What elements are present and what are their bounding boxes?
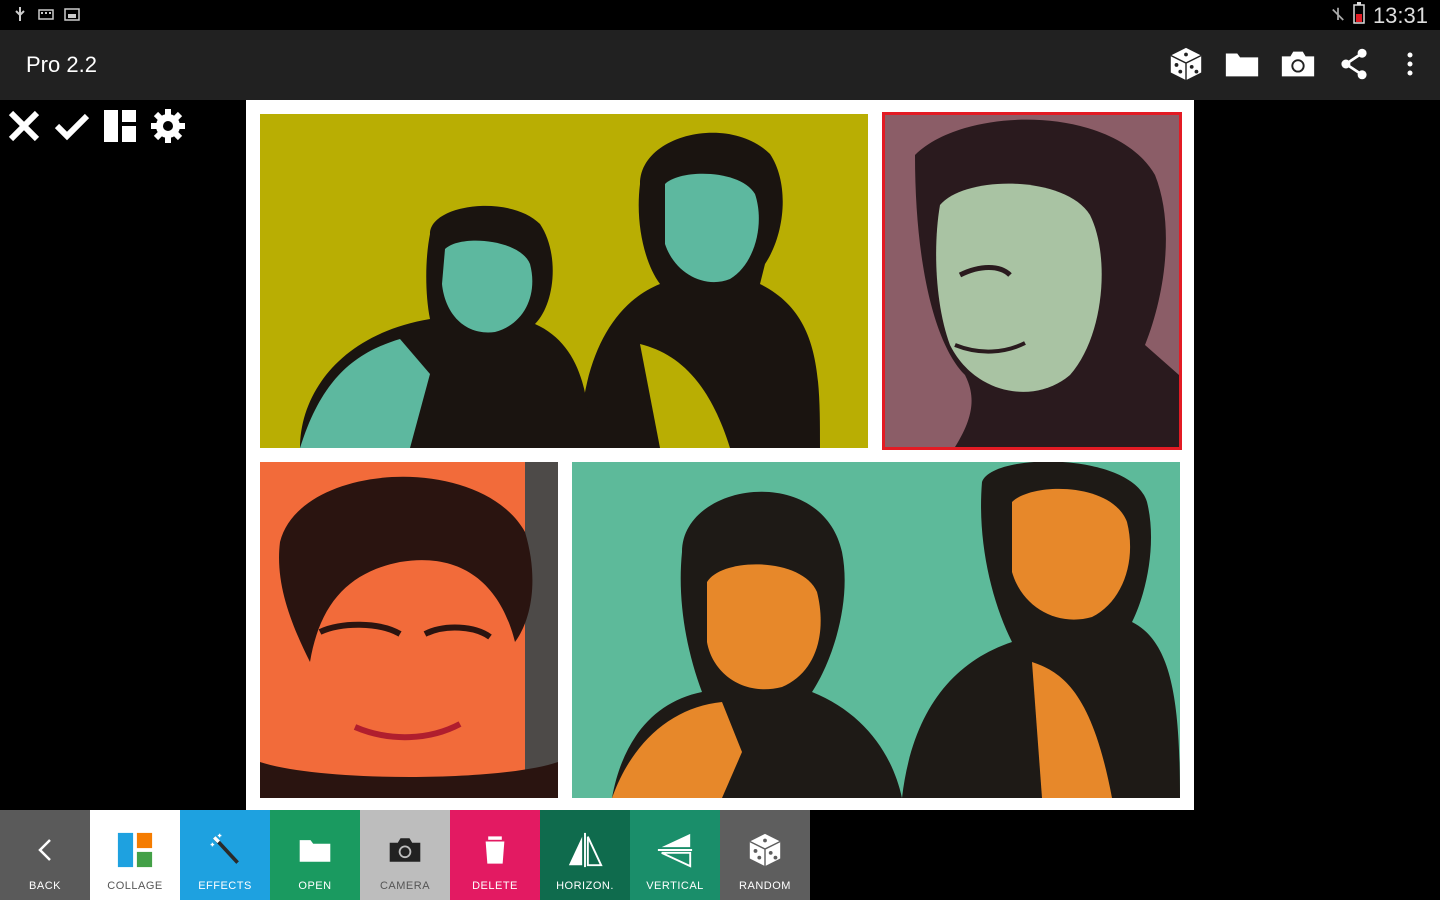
share-icon[interactable]	[1334, 44, 1374, 84]
edit-tools	[6, 108, 186, 144]
action-bar-actions	[1166, 44, 1430, 84]
vertical-flip-button[interactable]: VERTICAL	[630, 810, 720, 900]
photo-boy-portrait-mauve[interactable]	[882, 112, 1182, 450]
open-label: OPEN	[298, 880, 332, 892]
back-label: BACK	[29, 880, 61, 892]
flip-vertical-icon	[655, 830, 695, 870]
photo-boy-portrait-red[interactable]	[260, 462, 558, 798]
settings-gear-icon[interactable]	[150, 108, 186, 144]
image-notification-icon	[64, 6, 80, 22]
photo-two-boys-teal[interactable]	[572, 462, 1180, 798]
action-bar: Pro 2.2	[0, 30, 1440, 100]
vertical-label: VERTICAL	[646, 880, 704, 892]
back-button[interactable]: BACK	[0, 810, 90, 900]
horizontal-flip-button[interactable]: HORIZON.	[540, 810, 630, 900]
battery-low-icon	[1353, 2, 1365, 30]
usb-icon	[12, 6, 28, 22]
clock: 13:31	[1372, 3, 1428, 28]
checkmark-icon[interactable]	[54, 108, 90, 144]
keyboard-icon	[38, 6, 54, 22]
horizon-label: HORIZON.	[556, 880, 614, 892]
folder-icon	[295, 830, 335, 870]
app-title: Pro 2.2	[26, 52, 97, 77]
delete-button[interactable]: DELETE	[450, 810, 540, 900]
camera-button[interactable]: CAMERA	[360, 810, 450, 900]
layout-icon[interactable]	[102, 108, 138, 144]
bottom-toolbar: BACK COLLAGE EFFECTS OPEN CAMERA DELETE	[0, 810, 810, 900]
camera-icon[interactable]	[1278, 44, 1318, 84]
dice-icon	[745, 830, 785, 870]
overflow-menu-icon[interactable]	[1390, 44, 1430, 84]
wifi-off-icon	[1331, 3, 1345, 29]
random-button[interactable]: RANDOM	[720, 810, 810, 900]
dice-icon[interactable]	[1166, 44, 1206, 84]
delete-label: DELETE	[472, 880, 518, 892]
magic-wand-icon	[205, 830, 245, 870]
status-right: 13:31	[1331, 2, 1428, 30]
random-label: RANDOM	[739, 880, 791, 892]
collage-icon	[115, 830, 155, 870]
effects-button[interactable]: EFFECTS	[180, 810, 270, 900]
camera-icon	[385, 830, 425, 870]
folder-icon[interactable]	[1222, 44, 1262, 84]
camera-label: CAMERA	[379, 880, 431, 892]
collage-button[interactable]: COLLAGE	[90, 810, 180, 900]
photo-two-boys-yellow[interactable]	[260, 114, 868, 448]
collage-label: COLLAGE	[107, 880, 163, 892]
effects-label: EFFECTS	[198, 880, 252, 892]
close-icon[interactable]	[6, 108, 42, 144]
flip-horizontal-icon	[565, 830, 605, 870]
chevron-left-icon	[25, 830, 65, 870]
collage-canvas[interactable]	[246, 100, 1194, 810]
trash-icon	[475, 830, 515, 870]
open-button[interactable]: OPEN	[270, 810, 360, 900]
status-left-icons	[12, 6, 80, 22]
status-bar: 13:31	[0, 0, 1440, 30]
